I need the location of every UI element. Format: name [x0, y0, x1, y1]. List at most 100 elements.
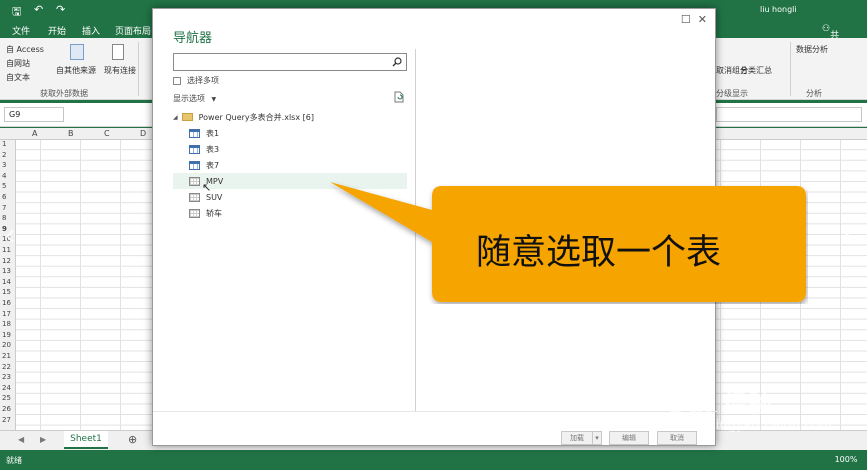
navigator-title: 导航器 — [173, 31, 213, 46]
row-header[interactable]: 16 — [2, 299, 11, 307]
from-web-button[interactable]: 自网站 — [6, 58, 30, 69]
dialog-controls: ☐ ✕ — [681, 13, 707, 26]
tab-file[interactable]: 文件 — [12, 24, 30, 37]
scroll-right-icon[interactable]: ▶ — [40, 435, 46, 444]
table-icon — [189, 128, 200, 138]
tree-item-label: 轿车 — [206, 208, 222, 218]
tab-home[interactable]: 开始 — [48, 24, 66, 37]
data-analysis-button[interactable]: 数据分析 — [796, 44, 828, 55]
row-header[interactable]: 27 — [2, 416, 11, 424]
tab-page-layout[interactable]: 页面布局 — [115, 24, 151, 37]
row-header[interactable]: 17 — [2, 310, 11, 318]
row-headers: 1 2 3 4 5 6 7 8 9 10 11 12 13 14 15 16 1… — [0, 140, 16, 430]
tab-insert[interactable]: 插入 — [82, 24, 100, 37]
tree-item-label: 表3 — [206, 144, 220, 154]
from-access-button[interactable]: 自 Access — [6, 44, 44, 55]
row-header[interactable]: 5 — [2, 182, 6, 190]
chevron-down-icon: ▾ — [595, 434, 599, 442]
tree-item-label: 表1 — [206, 128, 220, 138]
baidu-watermark: Bai 经验 — [668, 390, 774, 418]
row-header[interactable]: 12 — [2, 257, 11, 265]
sheet-tab-sheet1[interactable]: Sheet1 — [64, 431, 108, 449]
row-header[interactable]: 23 — [2, 373, 11, 381]
row-header[interactable]: 6 — [2, 193, 6, 201]
close-icon[interactable]: ✕ — [698, 13, 707, 26]
row-header[interactable]: 21 — [2, 352, 11, 360]
from-text-button[interactable]: 自文本 — [6, 72, 30, 83]
tree-item-table[interactable]: 表1 — [173, 125, 407, 141]
file-label: Power Query多表合并.xlsx [6] — [198, 112, 314, 122]
tree-item-table[interactable]: 表3 — [173, 141, 407, 157]
group-label-outline: 分级显示 — [716, 89, 748, 98]
row-header[interactable]: 14 — [2, 278, 11, 286]
select-multiple-option[interactable]: 选择多项 — [173, 75, 219, 86]
subtotal-button[interactable]: 分类汇总 — [740, 65, 772, 76]
row-header[interactable]: 4 — [2, 172, 6, 180]
row-header[interactable]: 26 — [2, 405, 11, 413]
cancel-button[interactable]: 取消 — [657, 431, 697, 445]
account-name[interactable]: liu hongli — [760, 5, 797, 14]
dialog-footer: 加载 ▾ 编辑 取消 — [153, 411, 717, 447]
add-sheet-icon[interactable]: ⊕ — [128, 433, 137, 446]
name-box[interactable]: G9 — [4, 107, 64, 122]
row-header[interactable]: 18 — [2, 320, 11, 328]
tree-node-file[interactable]: ◢ Power Query多表合并.xlsx [6] — [173, 109, 407, 125]
tree-item-label: SUV — [206, 192, 223, 202]
column-header[interactable]: D — [140, 129, 146, 138]
prev-arrow-icon[interactable]: ‹ — [4, 218, 16, 253]
table-icon — [189, 144, 200, 154]
folder-icon — [181, 113, 193, 121]
column-header[interactable]: C — [104, 129, 110, 138]
row-header[interactable]: 7 — [2, 204, 6, 212]
row-header[interactable]: 2 — [2, 151, 6, 159]
load-dropdown-button[interactable]: ▾ — [592, 431, 602, 445]
zoom-level[interactable]: 100% — [835, 455, 858, 464]
row-header[interactable]: 22 — [2, 363, 11, 371]
ribbon-separator — [138, 42, 139, 96]
scroll-left-icon[interactable]: ◀ — [18, 435, 24, 444]
row-header[interactable]: 13 — [2, 267, 11, 275]
column-header[interactable]: B — [68, 129, 74, 138]
refresh-icon[interactable] — [394, 91, 404, 106]
row-header[interactable]: 19 — [2, 331, 11, 339]
sheet-icon — [189, 192, 200, 202]
search-icon[interactable] — [388, 54, 406, 70]
row-header[interactable]: 1 — [2, 140, 6, 148]
tree-item-table[interactable]: 表7 — [173, 157, 407, 173]
chevron-down-icon: ▼ — [211, 96, 217, 103]
display-options-dropdown[interactable]: 显示选项 ▼ — [173, 93, 216, 104]
select-multiple-label: 选择多项 — [187, 76, 219, 85]
other-sources-icon — [70, 44, 84, 60]
row-header[interactable]: 15 — [2, 288, 11, 296]
group-label-external: 获取外部数据 — [40, 89, 88, 98]
sheet-icon — [189, 176, 200, 186]
formula-input[interactable] — [716, 107, 862, 122]
row-header[interactable]: 3 — [2, 161, 6, 169]
baidu-watermark-url: jingyan.baidu.com — [712, 418, 832, 433]
other-sources-button[interactable]: 自其他来源 — [56, 65, 96, 76]
group-label-analysis: 分析 — [806, 89, 822, 98]
display-options-label: 显示选项 — [173, 94, 205, 103]
column-header[interactable]: A — [32, 129, 37, 138]
search-input[interactable] — [174, 54, 388, 70]
row-header[interactable]: 24 — [2, 384, 11, 392]
edit-button[interactable]: 编辑 — [609, 431, 649, 445]
load-button[interactable]: 加载 — [561, 431, 593, 445]
callout-text: 随意选取一个表 — [476, 233, 722, 273]
row-header[interactable]: 25 — [2, 394, 11, 402]
share-button[interactable]: ⚇ 共享 — [822, 24, 839, 54]
next-arrow-icon[interactable]: › — [840, 218, 852, 253]
search-box — [173, 53, 407, 71]
row-header[interactable]: 20 — [2, 341, 11, 349]
undo-icon[interactable]: ↶ — [34, 3, 43, 16]
status-ready: 就绪 — [6, 456, 22, 465]
redo-icon[interactable]: ↷ — [56, 3, 65, 16]
existing-conn-icon — [112, 44, 124, 60]
maximize-icon[interactable]: ☐ — [681, 13, 691, 26]
select-multiple-checkbox[interactable] — [173, 76, 181, 85]
collapse-triangle-icon[interactable]: ◢ — [173, 114, 178, 121]
tree-item-label: 表7 — [206, 160, 220, 170]
sheet-icon — [189, 208, 200, 218]
existing-connections-button[interactable]: 现有连接 — [104, 65, 136, 76]
ribbon-separator — [790, 42, 791, 96]
